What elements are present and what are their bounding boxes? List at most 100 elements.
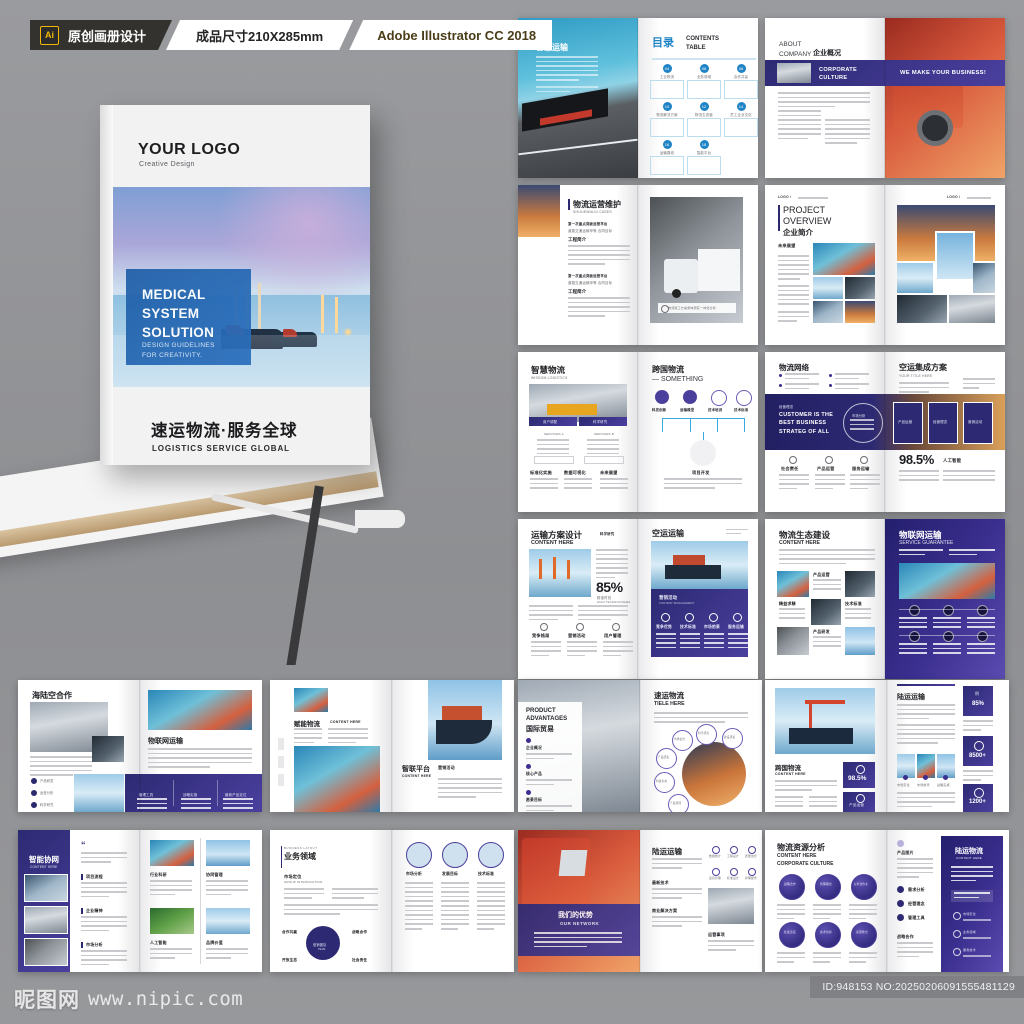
advantages-bullet-1 <box>526 738 531 743</box>
seaair-feature-band: 管理工具 战略实施 最新产品定位 <box>125 774 262 812</box>
plan-photo-crane-2 <box>553 557 556 579</box>
plan-foot-lines-1 <box>531 641 561 659</box>
toc-item[interactable]: 16 运输路线 <box>650 140 684 175</box>
project-logo-rule-right <box>967 197 991 199</box>
resource-mid-sec: 战略合作 <box>897 934 914 939</box>
cover-crane-5 <box>335 297 338 333</box>
plan-band-cn: 营销活动 <box>659 595 678 600</box>
cross-stat-value: 98.5% <box>848 775 867 782</box>
plan-band-col-3: 市场前景 <box>704 625 720 629</box>
project-photo-3 <box>845 277 875 299</box>
contents-left-lines <box>536 56 598 84</box>
spread-ops: 物流运营维护 SHIJUEWULIU CASES 第一次重点突破运营平台 道路交… <box>518 185 758 345</box>
business-card-lines-1 <box>405 882 433 933</box>
seaair-list-1: 产品研发 <box>40 779 54 783</box>
toc-item[interactable]: 18 智能平台 <box>687 140 721 175</box>
plan-body-right <box>578 605 628 623</box>
cross-icon-1[interactable] <box>655 390 669 404</box>
plan-band-en: CONTENT MANAGEMENT <box>659 602 695 605</box>
spread-business-right-page: 市场分析 发展目标 技术标准 <box>392 830 514 972</box>
spread-business-left-page: BUSINESS LAYOUT 业务领域 市场定位 GROUP INTRODUC… <box>270 830 392 972</box>
resource-right-panel: 陆运物流 CONTENT HERE 市场定位 业务领域 服务技术 <box>941 836 1003 972</box>
resource-title-cn: 物流资源分析 <box>777 843 825 852</box>
cross-thumb-label-3: 战略实施 <box>937 783 950 787</box>
cross-kpi-2-icon <box>974 741 984 751</box>
smart-cta-b[interactable] <box>584 456 624 464</box>
network-lines-4 <box>835 383 869 392</box>
resource-badge-4[interactable] <box>779 922 805 948</box>
seaair-band-3: 最新产品定位 <box>225 793 247 797</box>
network-bullet-4 <box>829 384 832 387</box>
cross-left-title-cn: 跨国物流 <box>775 765 801 772</box>
empower-right-lines <box>438 778 502 801</box>
spread-eco-left-page: 物流生态建设 CONTENT HERE 产品运营 精益求精 技术标准 产品研发 <box>765 519 885 679</box>
network-card-3[interactable]: 营销活动 <box>963 402 993 444</box>
spread-plan: 运输方案设计 CONTENT HERE 科学研究 85% 精准时效 HIGH T… <box>518 519 758 679</box>
cross-icon-2[interactable] <box>683 390 697 404</box>
ops-sec2-line2: 道路交通运输甲等 合同目标 <box>568 281 613 285</box>
business-card-icon-3[interactable] <box>478 842 504 868</box>
business-card-lines-3 <box>477 882 505 933</box>
collab-right-lines-1 <box>150 880 192 898</box>
smart-tab-1-label: 用户调配 <box>543 420 558 425</box>
spread-plan-right-page: 空运运输 营销活动 CONTENT MANAGEMENT 竞争优势 技术标准 市… <box>638 519 758 679</box>
about-truck-wheel <box>917 110 953 146</box>
plan-foot-icon-2 <box>576 623 584 631</box>
about-body-lines2 <box>778 110 821 142</box>
smart-service-b: SERVICES B <box>594 432 614 436</box>
collab-mid-rule-3 <box>81 942 83 948</box>
empower-thumb <box>294 688 328 712</box>
collab-mid-rule-2 <box>81 908 83 914</box>
cross-icon-4[interactable] <box>736 390 752 406</box>
collab-photo-2 <box>24 906 68 934</box>
resource-badge-2[interactable] <box>815 874 841 900</box>
cross-connector-v2 <box>690 418 691 432</box>
plan-right-photo <box>651 541 748 589</box>
resource-right-highlight-lines <box>954 892 990 901</box>
resource-badge-5[interactable] <box>815 922 841 948</box>
iot-lines-6 <box>967 643 995 657</box>
toc-item[interactable]: 08 合作共赢 <box>724 64 758 99</box>
network-card-1[interactable]: 产品运营 <box>893 402 923 444</box>
plan-right-meta <box>726 529 748 537</box>
spread-resource: 物流资源分析 CONTENT HERE CORPORATE CULTURE 战略… <box>765 830 1009 972</box>
resource-badge-1[interactable] <box>779 874 805 900</box>
resource-mid-item-2: 经营理念 <box>908 901 925 906</box>
resource-lines-3 <box>849 904 877 922</box>
network2-icon-label-6: 护理服务 <box>745 876 757 880</box>
resource-badge-3[interactable] <box>851 874 877 900</box>
network-stat-value: 98.5% <box>899 452 934 467</box>
toc-label: 业务领域 <box>696 75 712 79</box>
toc-item[interactable]: 12 物流生态链 <box>687 102 721 137</box>
toc-item[interactable]: 10 物流解决方案 <box>650 102 684 137</box>
business-bubble-cn: 营销团队 <box>313 943 327 947</box>
network2-sec-2: 最新技术 <box>652 880 669 885</box>
network-lines-3 <box>835 373 869 382</box>
toc-item[interactable]: 04 工业物流 <box>650 64 684 99</box>
seaair-photo-side <box>92 736 124 762</box>
advantages-item-3: 愿景目标 <box>526 798 542 802</box>
resource-lines-1 <box>777 904 805 922</box>
cross-icon-3[interactable] <box>711 390 727 406</box>
resource-badge-6[interactable] <box>851 922 877 948</box>
spread-smart: 智慧物流 WISDOM LOGISTICS 用户调配 科学研究 SERVICES… <box>518 352 758 512</box>
spread-eco-right-page: 物联网运输 SERVICE GUARANTEE <box>885 519 1005 679</box>
business-node-2: 战略合作 <box>352 930 368 934</box>
advantages-item-1: 企业概况 <box>526 746 542 750</box>
spread-about-left-page: ABOUT COMPANY 企业概况 <box>765 18 885 178</box>
contents-title-en: CONTENTS TABLE <box>686 36 719 51</box>
toc-label: 员工企业文化 <box>730 113 752 117</box>
toc-item[interactable]: 14 员工企业文化 <box>724 102 758 137</box>
collab-right-item-3: 人工智能 <box>150 940 167 945</box>
iotship-lines <box>148 748 252 771</box>
collab-mid-lines-3 <box>81 950 127 968</box>
smart-cta-a[interactable] <box>534 456 574 464</box>
collab-right-photo-4 <box>206 908 250 934</box>
network-card-2[interactable]: 经营理念 <box>928 402 958 444</box>
toc-item[interactable]: 06 业务领域 <box>687 64 721 99</box>
business-card-icon-1[interactable] <box>406 842 432 868</box>
business-card-icon-2[interactable] <box>442 842 468 868</box>
iot-lines-1 <box>899 617 927 631</box>
iotship-title: 物联网运输 <box>148 738 183 745</box>
cross-connector-stem <box>703 432 704 440</box>
